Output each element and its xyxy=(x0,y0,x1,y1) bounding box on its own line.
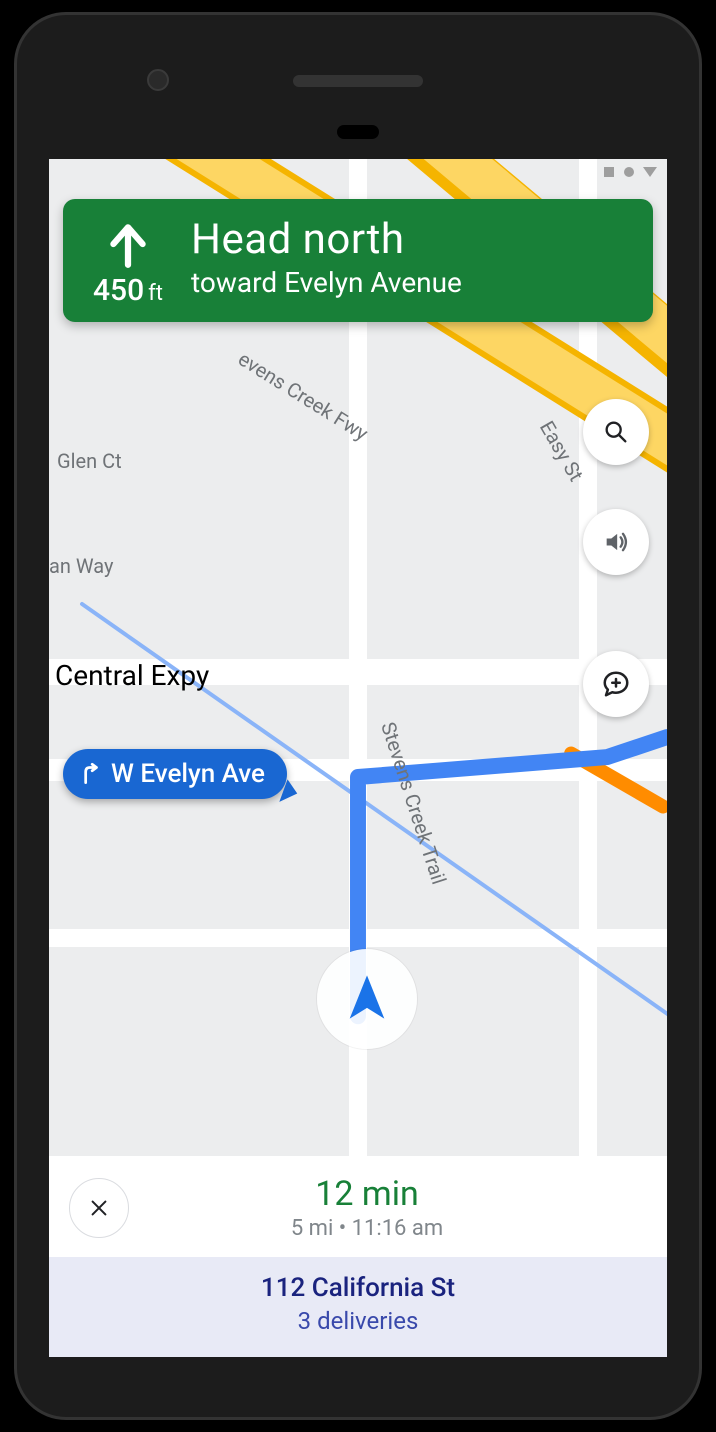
next-turn-label: W Evelyn Ave xyxy=(111,759,265,789)
eta-panel[interactable]: 12 min 5 mi • 11:16 am xyxy=(49,1156,667,1257)
sensor-pill xyxy=(337,125,379,139)
volume-icon xyxy=(602,528,630,556)
speaker-grille xyxy=(293,75,423,87)
direction-text: Head north toward Evelyn Avenue xyxy=(191,215,633,308)
status-circle-icon xyxy=(623,166,635,178)
road-label-glen-ct: Glen Ct xyxy=(57,449,122,473)
close-icon xyxy=(88,1197,110,1219)
eta-text: 12 min 5 mi • 11:16 am xyxy=(147,1174,647,1241)
front-camera xyxy=(147,69,169,91)
phone-bezel: Central Expy Glen Ct an Way evens Creek … xyxy=(14,12,702,1420)
search-icon xyxy=(602,418,630,446)
eta-subtext: 5 mi • 11:16 am xyxy=(147,1216,587,1241)
destination-subtitle: 3 deliveries xyxy=(69,1307,647,1335)
add-report-icon xyxy=(601,669,631,699)
road-label-stevens-creek-trail: Stevens Creek Trail xyxy=(376,719,451,887)
destination-address: 112 California St xyxy=(69,1273,647,1303)
status-bar xyxy=(593,159,667,185)
report-button[interactable] xyxy=(583,651,649,717)
bottom-sheet: 12 min 5 mi • 11:16 am 112 California St… xyxy=(49,1156,667,1357)
direction-card[interactable]: 450ft Head north toward Evelyn Avenue xyxy=(63,199,653,322)
eta-arrival: 11:16 am xyxy=(352,1216,444,1241)
status-square-icon xyxy=(603,166,615,178)
destination-panel[interactable]: 112 California St 3 deliveries xyxy=(49,1257,667,1357)
current-location-marker xyxy=(317,949,417,1049)
eta-distance: 5 mi xyxy=(291,1216,333,1241)
eta-time: 12 min xyxy=(147,1174,587,1214)
arrow-up-icon xyxy=(103,219,153,269)
search-button[interactable] xyxy=(583,399,649,465)
road-label-central-expy: Central Expy xyxy=(55,659,209,692)
screen: Central Expy Glen Ct an Way evens Creek … xyxy=(49,159,667,1357)
audio-button[interactable] xyxy=(583,509,649,575)
navigation-arrow-icon xyxy=(341,971,393,1023)
distance-unit: ft xyxy=(148,281,163,306)
instruction-sub: toward Evelyn Avenue xyxy=(191,266,633,299)
status-triangle-icon xyxy=(643,166,657,178)
direction-left: 450ft xyxy=(83,215,173,308)
road-label-an-way: an Way xyxy=(49,554,114,578)
instruction-main: Head north xyxy=(191,215,633,264)
eta-separator: • xyxy=(333,1216,351,1241)
phone-frame: Central Expy Glen Ct an Way evens Creek … xyxy=(0,0,716,1432)
next-turn-bubble[interactable]: W Evelyn Ave xyxy=(63,749,287,799)
direction-distance: 450ft xyxy=(93,273,163,308)
distance-value: 450 xyxy=(93,273,144,308)
close-navigation-button[interactable] xyxy=(69,1178,129,1238)
turn-right-icon xyxy=(77,761,103,787)
